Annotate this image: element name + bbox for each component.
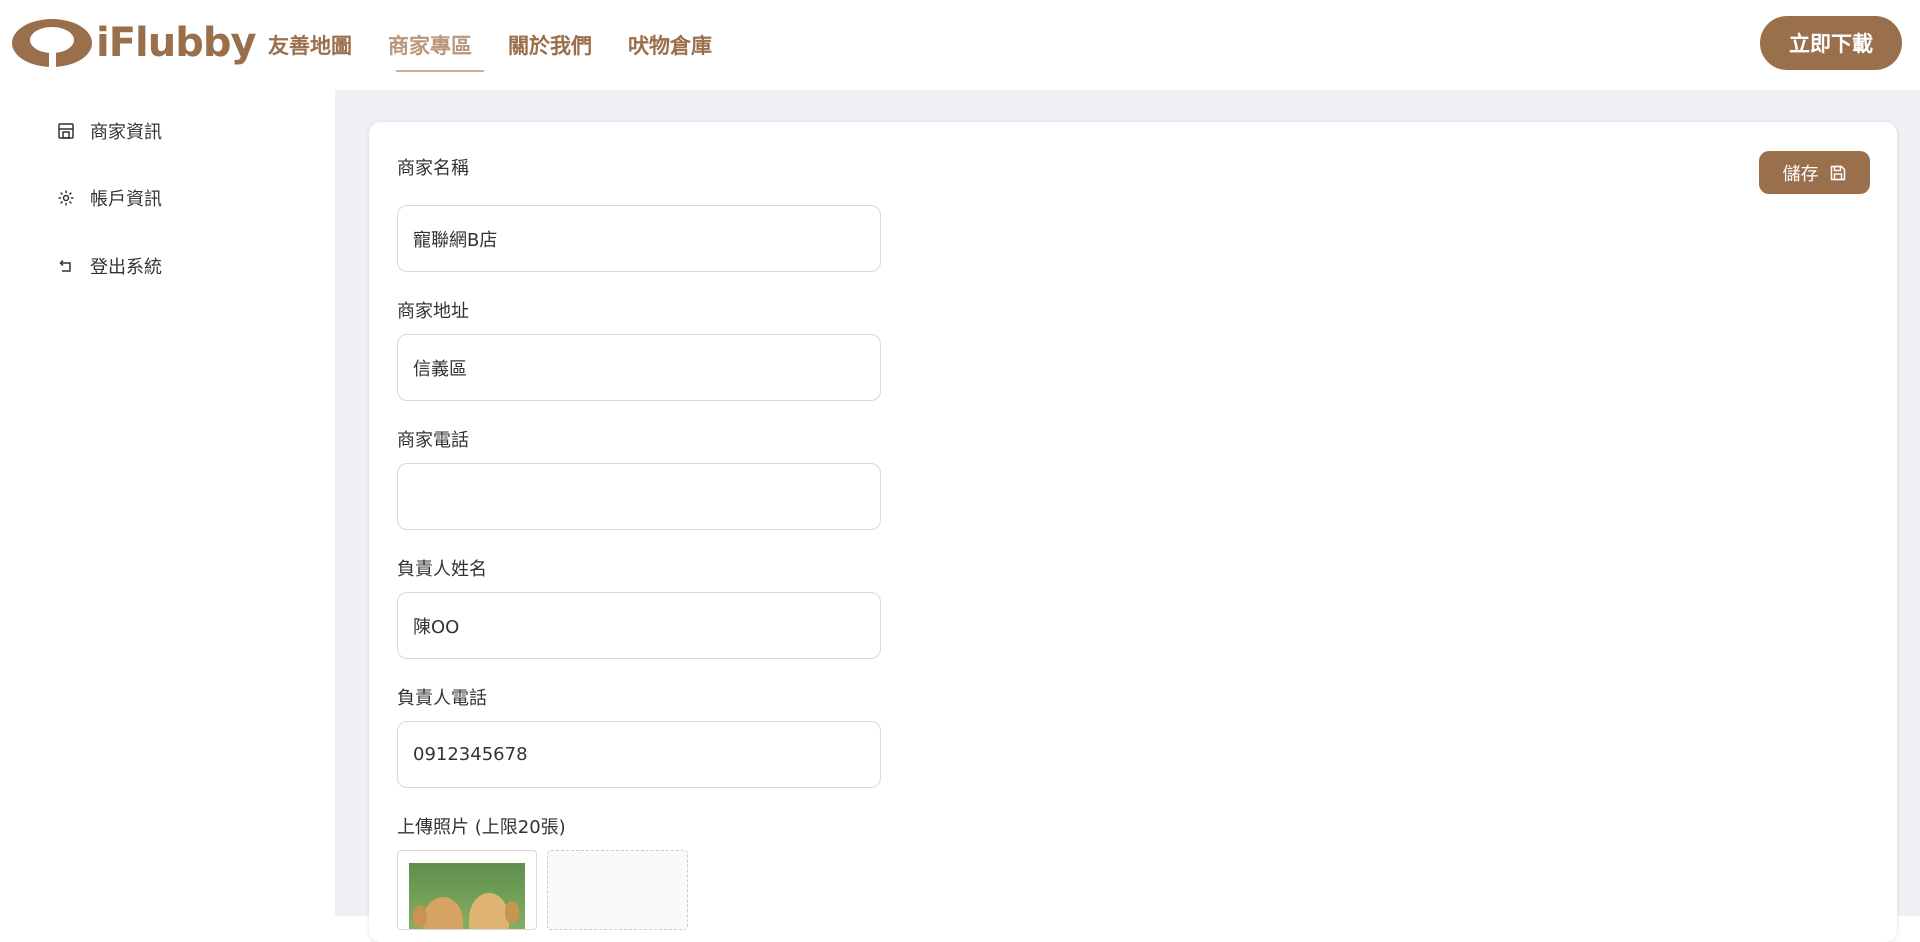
field-label-owner-name: 負責人姓名 [397,559,487,580]
merchant-name-input[interactable] [397,205,881,272]
floppy-disk-icon [1829,164,1847,182]
download-button[interactable]: 立即下載 [1760,16,1902,70]
tree-logo-icon [12,17,92,69]
sidebar-item-merchant-info[interactable]: 商家資訊 [56,116,162,146]
dogs-photo [409,863,525,929]
field-label-merchant-phone: 商家電話 [397,430,469,451]
iflubby-logo[interactable]: iFlubby [12,16,257,70]
field-label-merchant-name: 商家名稱 [397,158,469,179]
nav-item-about-us[interactable]: 關於我們 [496,0,604,90]
merchant-address-input[interactable] [397,334,881,401]
gear-icon [56,188,76,208]
sidebar-item-label: 商家資訊 [90,122,162,143]
logo-text: iFlubby [96,20,257,66]
nav-item-merchant-zone[interactable]: 商家專區 [376,0,484,90]
uploaded-photo-thumbnail[interactable] [397,850,537,930]
sidebar-item-label: 帳戶資訊 [90,189,162,210]
top-header: iFlubby 友善地圖 商家專區 關於我們 吠物倉庫 立即下載 [0,0,1920,90]
sidebar-item-account-info[interactable]: 帳戶資訊 [56,183,162,213]
add-photo-slot[interactable] [547,850,688,930]
save-button[interactable]: 儲存 [1759,151,1870,194]
nav-item-friendly-map[interactable]: 友善地圖 [256,0,364,90]
store-icon [56,121,76,141]
upload-photos-label: 上傳照片 (上限20張) [397,817,566,838]
sidebar-item-label: 登出系統 [90,257,162,278]
owner-name-input[interactable] [397,592,881,659]
main-nav: 友善地圖 商家專區 關於我們 吠物倉庫 [256,0,736,90]
field-label-merchant-address: 商家地址 [397,301,469,322]
logout-icon [56,256,76,276]
sidebar: 商家資訊 帳戶資訊 登出系統 [0,90,335,300]
owner-phone-input[interactable] [397,721,881,788]
field-label-owner-phone: 負責人電話 [397,688,487,709]
sidebar-item-logout[interactable]: 登出系統 [56,251,162,281]
nav-item-pet-warehouse[interactable]: 吠物倉庫 [616,0,724,90]
merchant-phone-input[interactable] [397,463,881,530]
save-label: 儲存 [1782,163,1819,185]
